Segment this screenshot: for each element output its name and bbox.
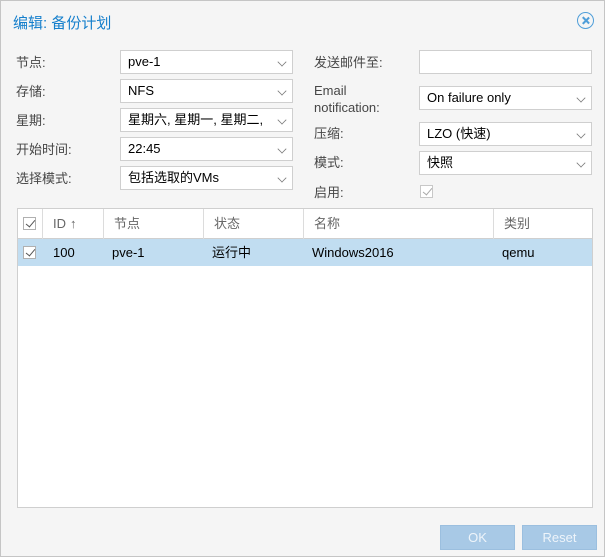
node-select[interactable]: pve-1 — [120, 50, 293, 74]
storage-label: 存储: — [16, 84, 46, 99]
enabled-checkbox[interactable] — [420, 185, 433, 198]
row-node: pve-1 — [112, 245, 145, 260]
column-type-label: 类别 — [504, 216, 531, 231]
chevron-down-icon[interactable] — [576, 158, 586, 168]
node-value: pve-1 — [128, 54, 161, 69]
node-label: 节点: — [16, 55, 46, 70]
weekday-label: 星期: — [16, 113, 46, 128]
column-header-status[interactable]: 状态 — [204, 209, 304, 239]
storage-select[interactable]: NFS — [120, 79, 293, 103]
grid-header: ID ↑ 节点 状态 名称 类别 — [18, 209, 592, 239]
sort-ascending-icon: ↑ — [70, 216, 77, 231]
email-notification-select[interactable]: On failure only — [419, 86, 592, 110]
selection-mode-label: 选择模式: — [16, 171, 72, 186]
column-header-name[interactable]: 名称 — [304, 209, 494, 239]
close-icon[interactable] — [577, 12, 594, 29]
column-header-type[interactable]: 类别 — [494, 209, 592, 239]
row-name: Windows2016 — [312, 245, 394, 260]
compression-value: LZO (快速) — [427, 126, 491, 141]
chevron-down-icon[interactable] — [576, 129, 586, 139]
chevron-down-icon[interactable] — [277, 144, 287, 154]
mode-label: 模式: — [314, 155, 344, 170]
row-checkbox[interactable] — [23, 246, 36, 259]
row-id: 100 — [53, 245, 75, 260]
column-name-label: 名称 — [314, 216, 341, 231]
chevron-down-icon[interactable] — [277, 86, 287, 96]
chevron-down-icon[interactable] — [277, 115, 287, 125]
column-header-id[interactable]: ID ↑ — [43, 209, 104, 239]
email-notification-label-line2: notification: — [314, 100, 380, 115]
row-status: 运行中 — [212, 245, 252, 260]
table-row[interactable]: 100 pve-1 运行中 Windows2016 qemu — [18, 239, 592, 266]
start-time-label: 开始时间: — [16, 142, 72, 157]
chevron-down-icon[interactable] — [576, 93, 586, 103]
start-time-value: 22:45 — [128, 141, 161, 156]
ok-button[interactable]: OK — [440, 525, 515, 550]
selection-mode-select[interactable]: 包括选取的VMs — [120, 166, 293, 190]
reset-button[interactable]: Reset — [522, 525, 597, 550]
header-select-all-cell — [18, 209, 43, 239]
column-status-label: 状态 — [214, 216, 241, 231]
mode-select[interactable]: 快照 — [419, 151, 592, 175]
selection-mode-value: 包括选取的VMs — [128, 170, 220, 185]
compression-select[interactable]: LZO (快速) — [419, 122, 592, 146]
storage-value: NFS — [128, 83, 154, 98]
vm-selection-grid: ID ↑ 节点 状态 名称 类别 100 pve-1 运行中 Windows201… — [17, 208, 593, 508]
dialog-footer: OK Reset — [1, 520, 604, 556]
chevron-down-icon[interactable] — [277, 173, 287, 183]
chevron-down-icon[interactable] — [277, 57, 287, 67]
enabled-label: 启用: — [314, 185, 344, 200]
email-notification-value: On failure only — [427, 90, 511, 105]
email-to-label: 发送邮件至: — [314, 55, 383, 70]
backup-job-dialog: 编辑: 备份计划 节点: pve-1 存储: NFS 星期: 星期六, 星期一,… — [0, 0, 605, 557]
column-header-node[interactable]: 节点 — [104, 209, 204, 239]
email-notification-label-line1: Email — [314, 83, 347, 98]
start-time-select[interactable]: 22:45 — [120, 137, 293, 161]
email-to-input[interactable] — [419, 50, 592, 74]
column-id-label: ID — [53, 216, 66, 231]
column-node-label: 节点 — [114, 216, 141, 231]
weekday-select[interactable]: 星期六, 星期一, 星期二, — [120, 108, 293, 132]
select-all-checkbox[interactable] — [23, 217, 36, 230]
compression-label: 压缩: — [314, 126, 344, 141]
weekday-value: 星期六, 星期一, 星期二, — [128, 112, 264, 127]
mode-value: 快照 — [427, 155, 454, 170]
dialog-titlebar: 编辑: 备份计划 — [1, 1, 604, 39]
row-type: qemu — [502, 245, 535, 260]
dialog-title: 编辑: 备份计划 — [13, 15, 112, 32]
